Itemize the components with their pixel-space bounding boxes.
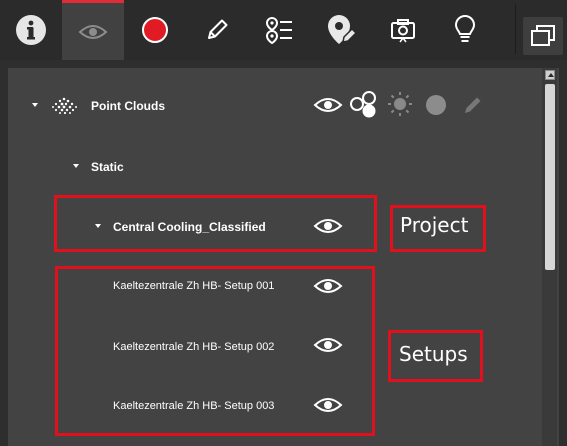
markup-button[interactable] [186, 0, 248, 60]
pencil-icon [208, 19, 228, 39]
brightness-icon[interactable] [387, 91, 413, 117]
info-button[interactable] [0, 0, 62, 60]
scroll-up-arrow[interactable] [545, 70, 555, 80]
record-button[interactable] [124, 0, 186, 60]
project-callout-label: Project [400, 213, 469, 237]
window-toggle-button[interactable] [523, 17, 563, 55]
record-icon [142, 17, 168, 43]
setups-callout-label: Setups [399, 342, 468, 366]
lighting-button[interactable] [434, 0, 496, 60]
visibility-tab[interactable] [62, 0, 124, 60]
window-icon [531, 25, 555, 46]
route-list-icon [265, 16, 292, 45]
edit-pencil-icon[interactable] [462, 94, 484, 116]
snapshot-button[interactable] [372, 0, 434, 60]
tree-item-static[interactable]: Static [91, 160, 124, 174]
camera-icon [391, 19, 415, 43]
toolbar [0, 0, 567, 60]
toolbar-separator [515, 4, 516, 54]
scroll-thumb[interactable] [545, 84, 555, 270]
lightbulb-icon [454, 14, 476, 42]
location-edit-button[interactable] [310, 0, 372, 60]
location-edit-icon [328, 15, 357, 44]
info-icon [16, 15, 46, 45]
color-mode-icon[interactable] [348, 89, 380, 121]
expand-point-clouds-caret[interactable] [32, 103, 38, 107]
expand-static-caret[interactable] [73, 164, 79, 168]
eye-icon[interactable] [313, 95, 343, 115]
point-cloud-icon [52, 97, 77, 115]
project-highlight-box [54, 195, 377, 252]
setups-highlight-box [55, 266, 375, 436]
tree-item-point-clouds[interactable]: Point Clouds [91, 99, 165, 113]
eye-icon [78, 24, 108, 39]
route-list-button[interactable] [248, 0, 310, 60]
shading-icon[interactable] [424, 93, 448, 117]
